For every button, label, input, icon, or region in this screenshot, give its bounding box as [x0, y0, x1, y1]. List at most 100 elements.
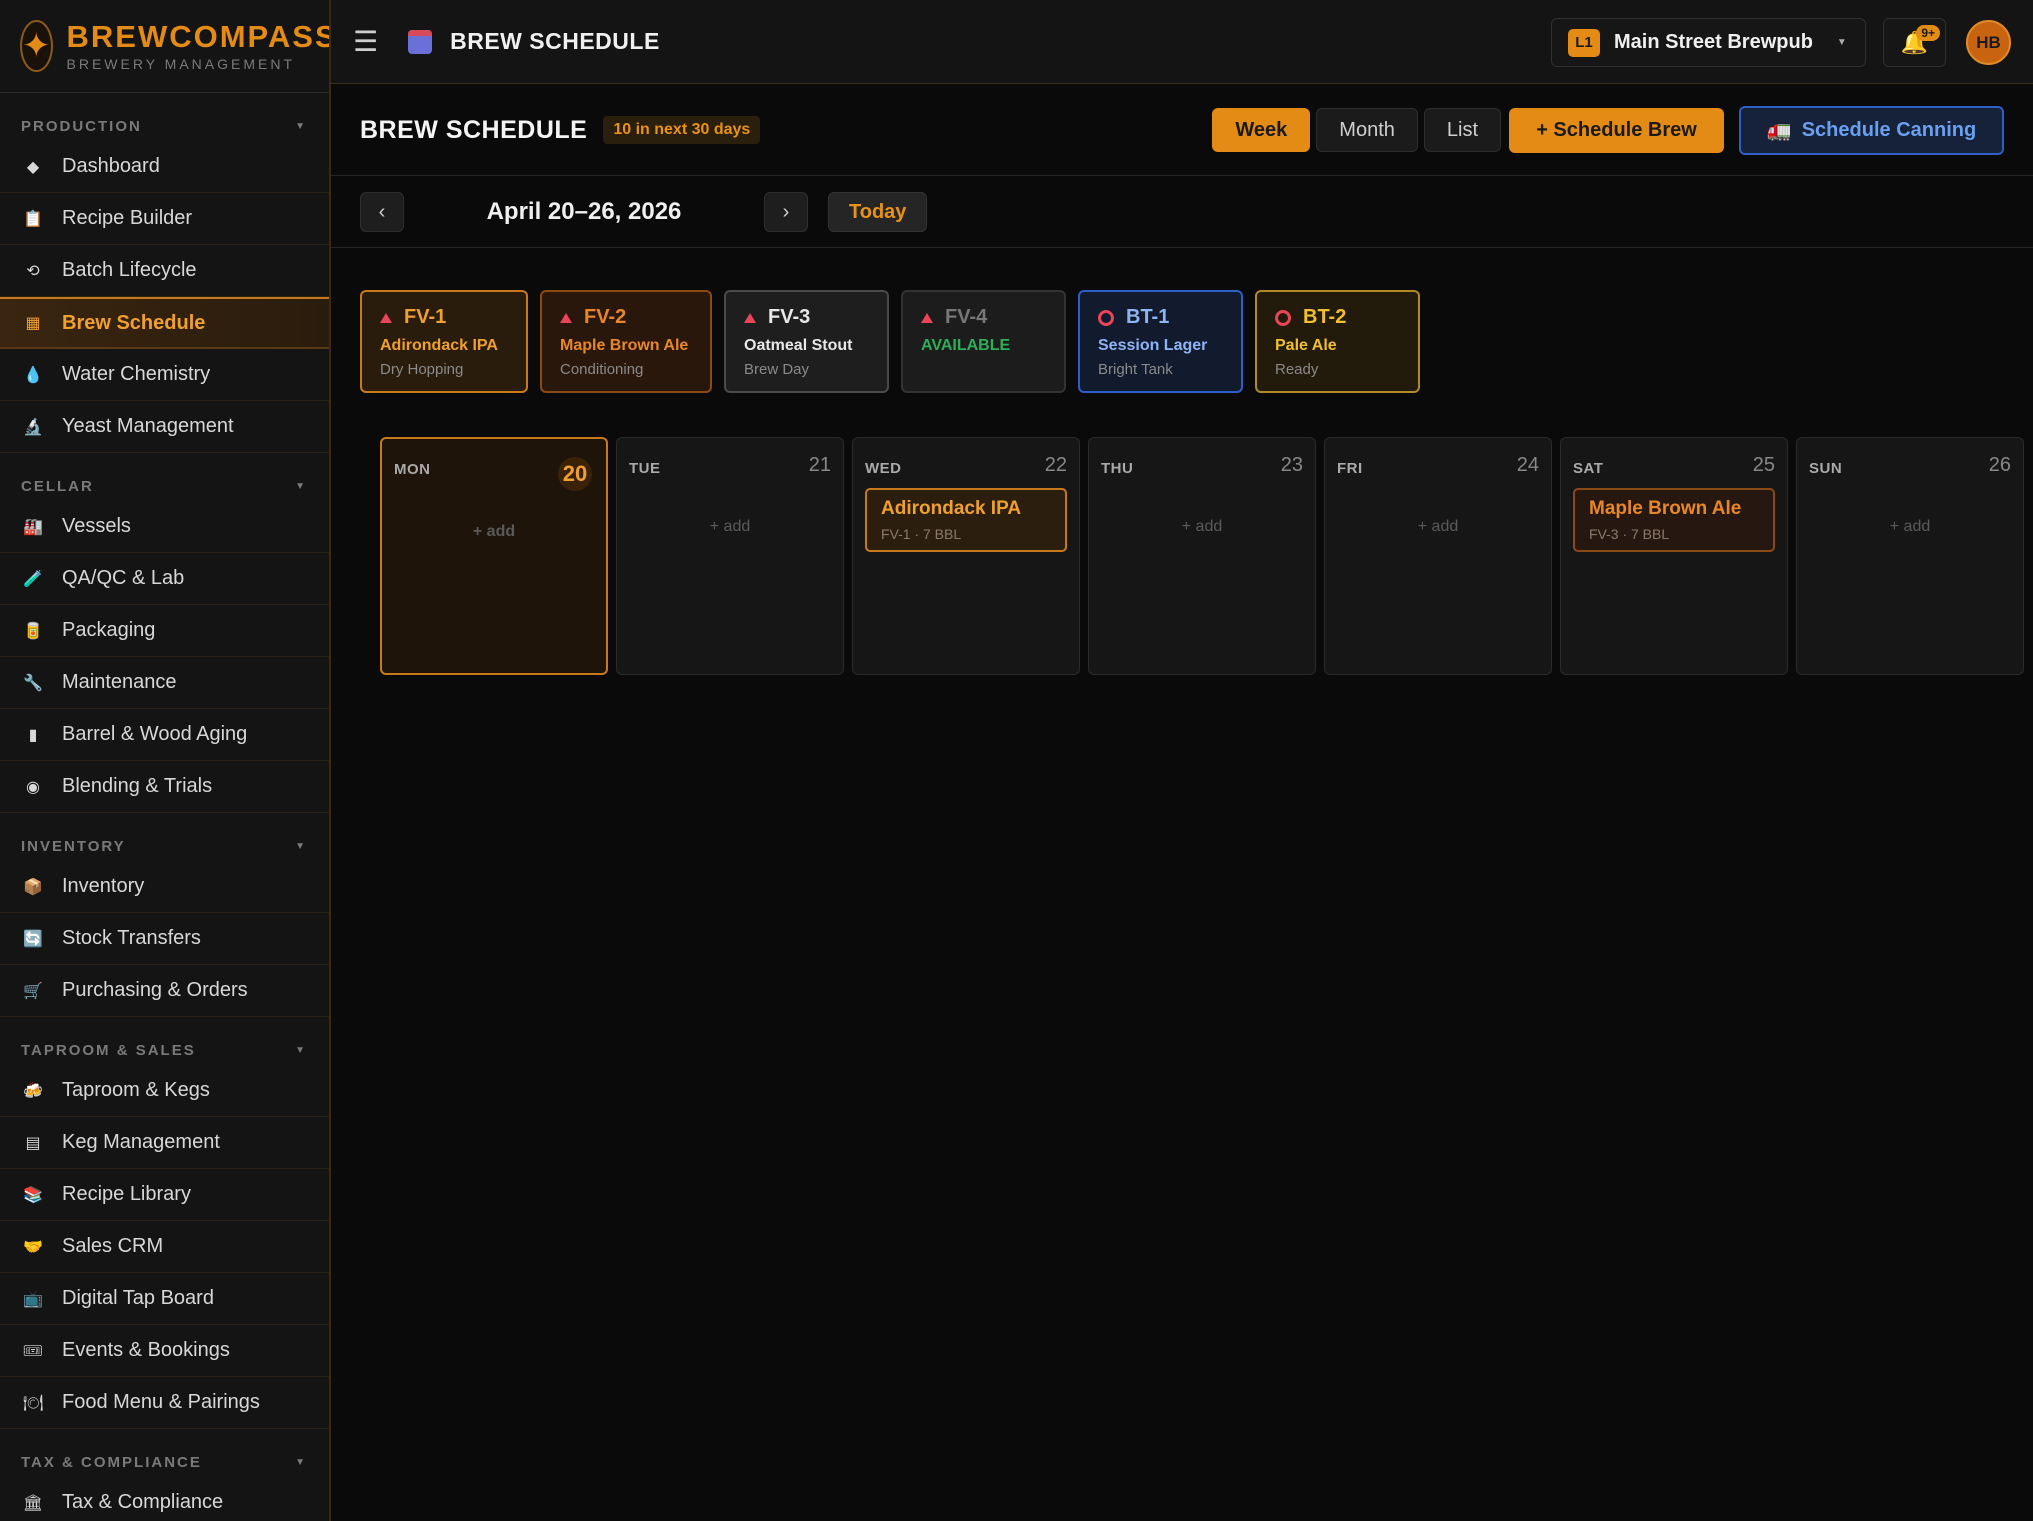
- sidebar-item-barrel-and-wood-aging[interactable]: ▮ Barrel & Wood Aging: [0, 709, 329, 761]
- tank-beer: AVAILABLE: [921, 337, 1011, 354]
- sidebar-item-keg-management[interactable]: ▤ Keg Management: [0, 1117, 329, 1169]
- brand-name: BREWCOMPASS: [66, 18, 331, 54]
- sidebar-item-inventory[interactable]: 📦 Inventory: [0, 861, 329, 913]
- tank-card-fv-2[interactable]: FV-2 Maple Brown Ale Conditioning: [540, 290, 712, 393]
- add-brew-link[interactable]: + add: [617, 518, 843, 536]
- section-header[interactable]: CELLAR ▼: [0, 471, 329, 501]
- tank-card-bt-2[interactable]: BT-2 Pale Ale Ready: [1255, 290, 1420, 393]
- sidebar-item-recipe-library[interactable]: 📚 Recipe Library: [0, 1169, 329, 1221]
- tank-card-fv-1[interactable]: FV-1 Adirondack IPA Dry Hopping: [360, 290, 528, 393]
- bright-tank-status-icon: [1098, 309, 1114, 326]
- menu-icon[interactable]: ☰: [353, 25, 378, 58]
- sidebar-item-tax-and-compliance[interactable]: 🏛 Tax & Compliance: [0, 1477, 329, 1521]
- sidebar-item-dashboard[interactable]: ◆ Dashboard: [0, 141, 329, 193]
- sidebar-item-recipe-builder[interactable]: 📋 Recipe Builder: [0, 193, 329, 245]
- view-switcher: Week Month List: [1212, 108, 1501, 152]
- tank-beer: Adirondack IPA: [380, 337, 498, 354]
- day-cell-sat[interactable]: SAT 25 Maple Brown Ale FV-3 · 7 BBL: [1560, 437, 1788, 675]
- sidebar-item-maintenance[interactable]: 🔧 Maintenance: [0, 657, 329, 709]
- compass-logo-icon: ✦: [20, 20, 53, 72]
- section-header[interactable]: TAX & COMPLIANCE ▼: [0, 1447, 329, 1477]
- today-button[interactable]: Today: [828, 192, 928, 232]
- view-list-button[interactable]: List: [1423, 108, 1501, 152]
- nav-section-inventory: INVENTORY ▼ 📦 Inventory 🔄 Stock Transfers 🛒 Pur…: [0, 831, 329, 1017]
- section-title: CELLAR: [21, 477, 94, 495]
- schedule-brew-button[interactable]: + Schedule Brew: [1509, 108, 1724, 153]
- sidebar-item-label: Food Menu & Pairings: [62, 1391, 260, 1413]
- brand[interactable]: ✦ BREWCOMPASS BREWERY MANAGEMENT: [0, 0, 329, 93]
- event-detail: FV-3 · 7 BBL: [1589, 526, 1670, 542]
- day-cell-wed[interactable]: WED 22 Adirondack IPA FV-1 · 7 BBL: [852, 437, 1080, 675]
- day-cell-tue[interactable]: TUE 21 + add: [616, 437, 844, 675]
- sidebar-item-events-and-bookings[interactable]: 🎟 Events & Bookings: [0, 1325, 329, 1377]
- upcoming-count-badge: 10 in next 30 days: [603, 116, 761, 144]
- sidebar-item-label: Dashboard: [62, 155, 160, 177]
- tank-id: FV-3: [768, 306, 811, 328]
- add-brew-link[interactable]: + add: [1797, 518, 2023, 536]
- section-title: PRODUCTION: [21, 117, 142, 135]
- header-title: BREW SCHEDULE: [450, 28, 660, 54]
- sidebar-item-brew-schedule[interactable]: ▦ Brew Schedule: [0, 297, 329, 349]
- day-cell-sun[interactable]: SUN 26 + add: [1796, 437, 2024, 675]
- sidebar-item-label: Blending & Trials: [62, 775, 213, 797]
- view-month-button[interactable]: Month: [1316, 108, 1418, 152]
- add-brew-link[interactable]: + add: [382, 523, 606, 541]
- schedule-canning-button[interactable]: 🚛 Schedule Canning: [1739, 106, 2004, 155]
- notifications-button[interactable]: 🔔 9+: [1883, 18, 1946, 67]
- location-name: Main Street Brewpub: [1614, 31, 1813, 53]
- sidebar-item-yeast-management[interactable]: 🔬 Yeast Management: [0, 401, 329, 453]
- tank-card-bt-1[interactable]: BT-1 Session Lager Bright Tank: [1078, 290, 1243, 393]
- fermenter-status-icon: [560, 312, 572, 323]
- add-brew-link[interactable]: + add: [1089, 518, 1315, 536]
- sidebar-item-batch-lifecycle[interactable]: ⟲ Batch Lifecycle: [0, 245, 329, 297]
- sidebar-item-label: Vessels: [62, 515, 131, 537]
- sidebar-item-blending-and-trials[interactable]: ◉ Blending & Trials: [0, 761, 329, 813]
- sidebar-item-taproom-and-kegs[interactable]: 🍻 Taproom & Kegs: [0, 1065, 329, 1117]
- tank-status: Dry Hopping: [380, 361, 464, 378]
- add-brew-link[interactable]: + add: [1325, 518, 1551, 536]
- previous-week-button[interactable]: ‹: [360, 192, 404, 232]
- sidebar-nav: PRODUCTION ▼ ◆ Dashboard 📋 Recipe Builder ⟲ Bat…: [0, 111, 329, 1521]
- sidebar-item-purchasing-and-orders[interactable]: 🛒 Purchasing & Orders: [0, 965, 329, 1017]
- tank-card-fv-3[interactable]: FV-3 Oatmeal Stout Brew Day: [724, 290, 889, 393]
- calendar-icon: [408, 29, 433, 54]
- sidebar-item-label: Brew Schedule: [62, 311, 206, 334]
- sidebar-item-digital-tap-board[interactable]: 📺 Digital Tap Board: [0, 1273, 329, 1325]
- next-week-button[interactable]: ›: [764, 192, 808, 232]
- day-number: 26: [1988, 454, 2011, 476]
- day-cell-thu[interactable]: THU 23 + add: [1088, 437, 1316, 675]
- day-cell-mon[interactable]: MON 20 + add: [380, 437, 608, 675]
- sidebar-item-label: Recipe Builder: [62, 207, 193, 229]
- brew-event[interactable]: Maple Brown Ale FV-3 · 7 BBL: [1573, 488, 1775, 552]
- nav-section-cellar: CELLAR ▼ 🏭 Vessels 🧪 QA/QC & Lab 🥫 Packaging 🔧 Ma…: [0, 471, 329, 813]
- sidebar-item-label: Packaging: [62, 619, 156, 641]
- day-cell-fri[interactable]: FRI 24 + add: [1324, 437, 1552, 675]
- section-title: TAX & COMPLIANCE: [21, 1453, 202, 1471]
- chevron-down-icon: ▼: [295, 1456, 307, 1468]
- day-number: 23: [1280, 454, 1303, 476]
- avatar[interactable]: HB: [1966, 20, 2011, 65]
- sidebar-item-label: Batch Lifecycle: [62, 259, 197, 281]
- section-header[interactable]: PRODUCTION ▼: [0, 111, 329, 141]
- tank-card-fv-4[interactable]: FV-4 AVAILABLE: [901, 290, 1066, 393]
- sidebar-item-stock-transfers[interactable]: 🔄 Stock Transfers: [0, 913, 329, 965]
- sidebar-item-food-menu-and-pairings[interactable]: 🍽 Food Menu & Pairings: [0, 1377, 329, 1429]
- section-header[interactable]: INVENTORY ▼: [0, 831, 329, 861]
- view-week-button[interactable]: Week: [1212, 108, 1311, 152]
- sidebar-item-sales-crm[interactable]: 🤝 Sales CRM: [0, 1221, 329, 1273]
- day-name: FRI: [1337, 460, 1363, 477]
- date-range: April 20–26, 2026: [486, 198, 682, 225]
- sidebar-item-packaging[interactable]: 🥫 Packaging: [0, 605, 329, 657]
- location-selector[interactable]: L1 Main Street Brewpub ▼: [1551, 18, 1866, 67]
- day-name: TUE: [629, 460, 661, 477]
- sidebar-item-qa-qc-and-lab[interactable]: 🧪 QA/QC & Lab: [0, 553, 329, 605]
- event-title: Maple Brown Ale: [1589, 498, 1742, 519]
- section-header[interactable]: TAPROOM & SALES ▼: [0, 1035, 329, 1065]
- location-code-badge: L1: [1568, 28, 1600, 57]
- brew-event[interactable]: Adirondack IPA FV-1 · 7 BBL: [865, 488, 1067, 552]
- sidebar-item-label: Water Chemistry: [62, 363, 211, 385]
- sidebar-item-water-chemistry[interactable]: 💧 Water Chemistry: [0, 349, 329, 401]
- sidebar-item-label: Sales CRM: [62, 1235, 164, 1257]
- yeast-management-icon: 🔬: [23, 418, 43, 436]
- sidebar-item-vessels[interactable]: 🏭 Vessels: [0, 501, 329, 553]
